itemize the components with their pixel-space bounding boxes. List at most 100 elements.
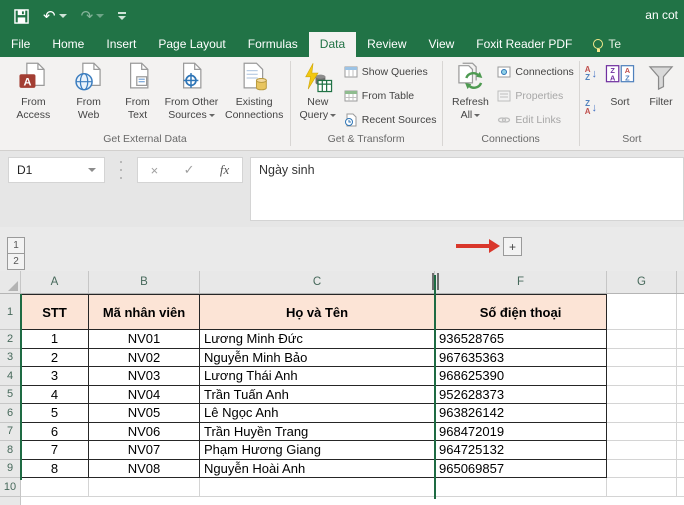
- sort-button[interactable]: Z A A Z Sort: [599, 59, 641, 133]
- cell-empty[interactable]: [607, 459, 677, 478]
- data-cell[interactable]: 8: [21, 459, 89, 478]
- filter-button[interactable]: Filter: [641, 59, 681, 133]
- data-cell[interactable]: Lương Thái Anh: [200, 367, 435, 386]
- tab-review[interactable]: Review: [356, 32, 417, 57]
- data-cell[interactable]: 963826142: [435, 404, 607, 423]
- cancel-button[interactable]: ×: [151, 163, 159, 178]
- cell-empty[interactable]: [607, 404, 677, 423]
- data-cell[interactable]: 965069857: [435, 459, 607, 478]
- data-cell[interactable]: 3: [21, 367, 89, 386]
- row-header-9[interactable]: 9: [0, 459, 21, 478]
- outline-level-1-button[interactable]: 1: [7, 237, 25, 254]
- cell-empty[interactable]: [607, 385, 677, 404]
- row-header-3[interactable]: 3: [0, 348, 21, 367]
- row-header-4[interactable]: 4: [0, 367, 21, 386]
- from-other-sources-button[interactable]: From Other Sources: [161, 59, 221, 133]
- show-queries-button[interactable]: Show Queries: [344, 62, 437, 82]
- row-header-1[interactable]: 1: [0, 294, 21, 330]
- row-header-8[interactable]: 8: [0, 441, 21, 460]
- connections-button[interactable]: Connections: [497, 62, 574, 82]
- data-cell[interactable]: NV01: [89, 330, 200, 349]
- cell-empty[interactable]: [200, 478, 435, 497]
- from-web-button[interactable]: From Web: [64, 59, 114, 133]
- tab-view[interactable]: View: [418, 32, 466, 57]
- expand-group-button[interactable]: +: [503, 237, 522, 256]
- insert-function-button[interactable]: fx: [220, 162, 229, 178]
- header-cell-3[interactable]: Họ và Tên: [200, 294, 435, 330]
- undo-caret-icon[interactable]: [58, 14, 67, 18]
- data-cell[interactable]: NV03: [89, 367, 200, 386]
- data-cell[interactable]: NV07: [89, 441, 200, 460]
- column-header-a[interactable]: A: [21, 271, 89, 293]
- tab-foxit-reader-pdf[interactable]: Foxit Reader PDF: [465, 32, 583, 57]
- data-cell[interactable]: Nguyễn Minh Bảo: [200, 348, 435, 367]
- recent-sources-button[interactable]: Recent Sources: [344, 110, 437, 130]
- data-cell[interactable]: 4: [21, 385, 89, 404]
- sort-ascending-button[interactable]: AZ ↓: [585, 64, 597, 84]
- row-header-2[interactable]: 2: [0, 330, 21, 349]
- data-cell[interactable]: 968625390: [435, 367, 607, 386]
- cell-empty[interactable]: [607, 348, 677, 367]
- row-header-10[interactable]: 10: [0, 478, 21, 497]
- cell-empty[interactable]: [435, 478, 607, 497]
- redo-button[interactable]: ↷: [81, 7, 105, 25]
- cell-empty[interactable]: [607, 367, 677, 386]
- data-cell[interactable]: Nguyễn Hoài Anh: [200, 459, 435, 478]
- undo-button[interactable]: ↶: [43, 7, 67, 25]
- column-header-b[interactable]: B: [89, 271, 200, 293]
- refresh-all-button[interactable]: Refresh All: [445, 59, 495, 133]
- data-cell[interactable]: NV05: [89, 404, 200, 423]
- name-box[interactable]: D1: [8, 157, 105, 183]
- tab-home[interactable]: Home: [41, 32, 95, 57]
- data-cell[interactable]: 967635363: [435, 348, 607, 367]
- customize-qat-button[interactable]: [118, 12, 127, 20]
- new-query-button[interactable]: New Query: [294, 59, 342, 133]
- header-cell-2[interactable]: Mã nhân viên: [89, 294, 200, 330]
- data-cell[interactable]: 7: [21, 441, 89, 460]
- cell-empty[interactable]: [607, 294, 677, 330]
- column-header-f[interactable]: F: [435, 271, 607, 293]
- name-box-caret-icon[interactable]: [88, 168, 96, 172]
- data-cell[interactable]: 1: [21, 330, 89, 349]
- from-table-button[interactable]: From Table: [344, 86, 437, 106]
- tell-me-box[interactable]: Te: [583, 32, 625, 57]
- cell-empty[interactable]: [89, 478, 200, 497]
- select-all-corner[interactable]: [0, 271, 21, 293]
- data-cell[interactable]: 5: [21, 404, 89, 423]
- formula-bar-resize-handle[interactable]: [120, 161, 123, 179]
- data-cell[interactable]: 952628373: [435, 385, 607, 404]
- data-cell[interactable]: NV04: [89, 385, 200, 404]
- tab-file[interactable]: File: [0, 32, 41, 57]
- enter-button[interactable]: ✓: [184, 162, 195, 178]
- save-button[interactable]: [14, 8, 29, 24]
- data-cell[interactable]: NV08: [89, 459, 200, 478]
- column-header-g[interactable]: G: [607, 271, 677, 293]
- data-cell[interactable]: 936528765: [435, 330, 607, 349]
- cell-empty[interactable]: [607, 478, 677, 497]
- cell-empty[interactable]: [21, 478, 89, 497]
- tab-data[interactable]: Data: [308, 32, 357, 57]
- header-cell-4[interactable]: Số điện thoại: [435, 294, 607, 330]
- row-header-6[interactable]: 6: [0, 404, 21, 423]
- existing-connections-button[interactable]: Existing Connections: [221, 59, 286, 133]
- cell-empty[interactable]: [607, 441, 677, 460]
- tab-formulas[interactable]: Formulas: [237, 32, 309, 57]
- header-cell-1[interactable]: STT: [21, 294, 89, 330]
- from-access-button[interactable]: A From Access: [3, 59, 64, 133]
- cell-empty[interactable]: [607, 330, 677, 349]
- data-cell[interactable]: Trần Huyền Trang: [200, 422, 435, 441]
- row-header-5[interactable]: 5: [0, 385, 21, 404]
- cell-empty[interactable]: [607, 422, 677, 441]
- row-header-7[interactable]: 7: [0, 422, 21, 441]
- data-cell[interactable]: 6: [21, 422, 89, 441]
- data-cell[interactable]: Trần Tuấn Anh: [200, 385, 435, 404]
- data-cell[interactable]: Lê Ngọc Anh: [200, 404, 435, 423]
- data-cell[interactable]: NV02: [89, 348, 200, 367]
- tab-insert[interactable]: Insert: [95, 32, 147, 57]
- data-cell[interactable]: 2: [21, 348, 89, 367]
- data-cell[interactable]: Phạm Hương Giang: [200, 441, 435, 460]
- data-cell[interactable]: 964725132: [435, 441, 607, 460]
- sort-descending-button[interactable]: ZA ↓: [585, 98, 597, 118]
- column-header-c[interactable]: C: [200, 271, 435, 293]
- data-cell[interactable]: Lương Minh Đức: [200, 330, 435, 349]
